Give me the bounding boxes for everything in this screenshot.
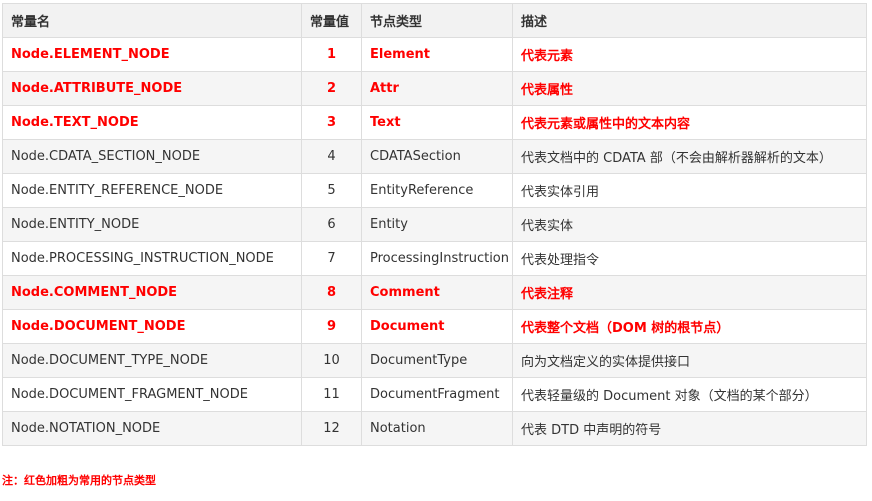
cell-node-type: DocumentFragment [361, 377, 513, 412]
table-row: Node.CDATA_SECTION_NODE 4 CDATASection 代表文档… [2, 139, 867, 174]
table-row: Node.ENTITY_NODE 6 Entity 代表实体 [2, 207, 867, 242]
cell-description: 代表文档中的 CDATA 部（不会由解析器解析的文本） [512, 139, 867, 174]
header-constant-name: 常量名 [2, 3, 302, 38]
cell-node-type: Entity [361, 207, 513, 242]
cell-description: 向为文档定义的实体提供接口 [512, 343, 867, 378]
table-row: Node.TEXT_NODE 3 Text 代表元素或属性中的文本内容 [2, 105, 867, 140]
cell-constant-value: 9 [301, 309, 362, 344]
table-header-row: 常量名 常量值 节点类型 描述 [2, 3, 867, 38]
cell-constant-name: Node.ELEMENT_NODE [2, 37, 302, 72]
cell-node-type: CDATASection [361, 139, 513, 174]
cell-constant-value: 4 [301, 139, 362, 174]
cell-constant-name: Node.DOCUMENT_FRAGMENT_NODE [2, 377, 302, 412]
cell-constant-value: 3 [301, 105, 362, 140]
cell-node-type: Notation [361, 411, 513, 446]
cell-constant-value: 12 [301, 411, 362, 446]
cell-constant-value: 7 [301, 241, 362, 276]
table-row: Node.ATTRIBUTE_NODE 2 Attr 代表属性 [2, 71, 867, 106]
cell-node-type: EntityReference [361, 173, 513, 208]
node-type-table: 常量名 常量值 节点类型 描述 Node.ELEMENT_NODE 1 Elemen… [2, 3, 867, 446]
cell-constant-name: Node.TEXT_NODE [2, 105, 302, 140]
cell-description: 代表属性 [512, 71, 867, 106]
cell-node-type: Comment [361, 275, 513, 310]
cell-description: 代表轻量级的 Document 对象（文档的某个部分） [512, 377, 867, 412]
cell-constant-name: Node.CDATA_SECTION_NODE [2, 139, 302, 174]
cell-description: 代表注释 [512, 275, 867, 310]
table-row: Node.DOCUMENT_TYPE_NODE 10 DocumentType 向为文… [2, 343, 867, 378]
cell-constant-name: Node.COMMENT_NODE [2, 275, 302, 310]
cell-node-type: ProcessingInstruction [361, 241, 513, 276]
cell-constant-value: 2 [301, 71, 362, 106]
cell-constant-value: 5 [301, 173, 362, 208]
cell-constant-name: Node.ENTITY_NODE [2, 207, 302, 242]
cell-node-type: Element [361, 37, 513, 72]
table-row: Node.ELEMENT_NODE 1 Element 代表元素 [2, 37, 867, 72]
cell-constant-name: Node.ATTRIBUTE_NODE [2, 71, 302, 106]
cell-constant-value: 6 [301, 207, 362, 242]
cell-constant-name: Node.DOCUMENT_NODE [2, 309, 302, 344]
cell-description: 代表实体 [512, 207, 867, 242]
cell-constant-value: 8 [301, 275, 362, 310]
cell-node-type: DocumentType [361, 343, 513, 378]
cell-node-type: Document [361, 309, 513, 344]
cell-constant-name: Node.NOTATION_NODE [2, 411, 302, 446]
cell-description: 代表 DTD 中声明的符号 [512, 411, 867, 446]
cell-constant-name: Node.ENTITY_REFERENCE_NODE [2, 173, 302, 208]
cell-constant-value: 11 [301, 377, 362, 412]
cell-description: 代表实体引用 [512, 173, 867, 208]
cell-node-type: Attr [361, 71, 513, 106]
cell-description: 代表处理指令 [512, 241, 867, 276]
table-row: Node.ENTITY_REFERENCE_NODE 5 EntityReferen… [2, 173, 867, 208]
footnote: 注：红色加粗为常用的节点类型 [2, 474, 156, 487]
table-row: Node.NOTATION_NODE 12 Notation 代表 DTD 中声明的符… [2, 411, 867, 446]
cell-constant-name: Node.DOCUMENT_TYPE_NODE [2, 343, 302, 378]
cell-constant-value: 10 [301, 343, 362, 378]
cell-constant-name: Node.PROCESSING_INSTRUCTION_NODE [2, 241, 302, 276]
cell-node-type: Text [361, 105, 513, 140]
cell-constant-value: 1 [301, 37, 362, 72]
header-constant-value: 常量值 [301, 3, 362, 38]
cell-description: 代表整个文档（DOM 树的根节点） [512, 309, 867, 344]
table-row: Node.DOCUMENT_FRAGMENT_NODE 11 DocumentFra… [2, 377, 867, 412]
cell-description: 代表元素或属性中的文本内容 [512, 105, 867, 140]
table-row: Node.COMMENT_NODE 8 Comment 代表注释 [2, 275, 867, 310]
header-node-type: 节点类型 [361, 3, 513, 38]
cell-description: 代表元素 [512, 37, 867, 72]
table-row: Node.PROCESSING_INSTRUCTION_NODE 7 Process… [2, 241, 867, 276]
header-description: 描述 [512, 3, 867, 38]
table-row: Node.DOCUMENT_NODE 9 Document 代表整个文档（DOM 树的… [2, 309, 867, 344]
